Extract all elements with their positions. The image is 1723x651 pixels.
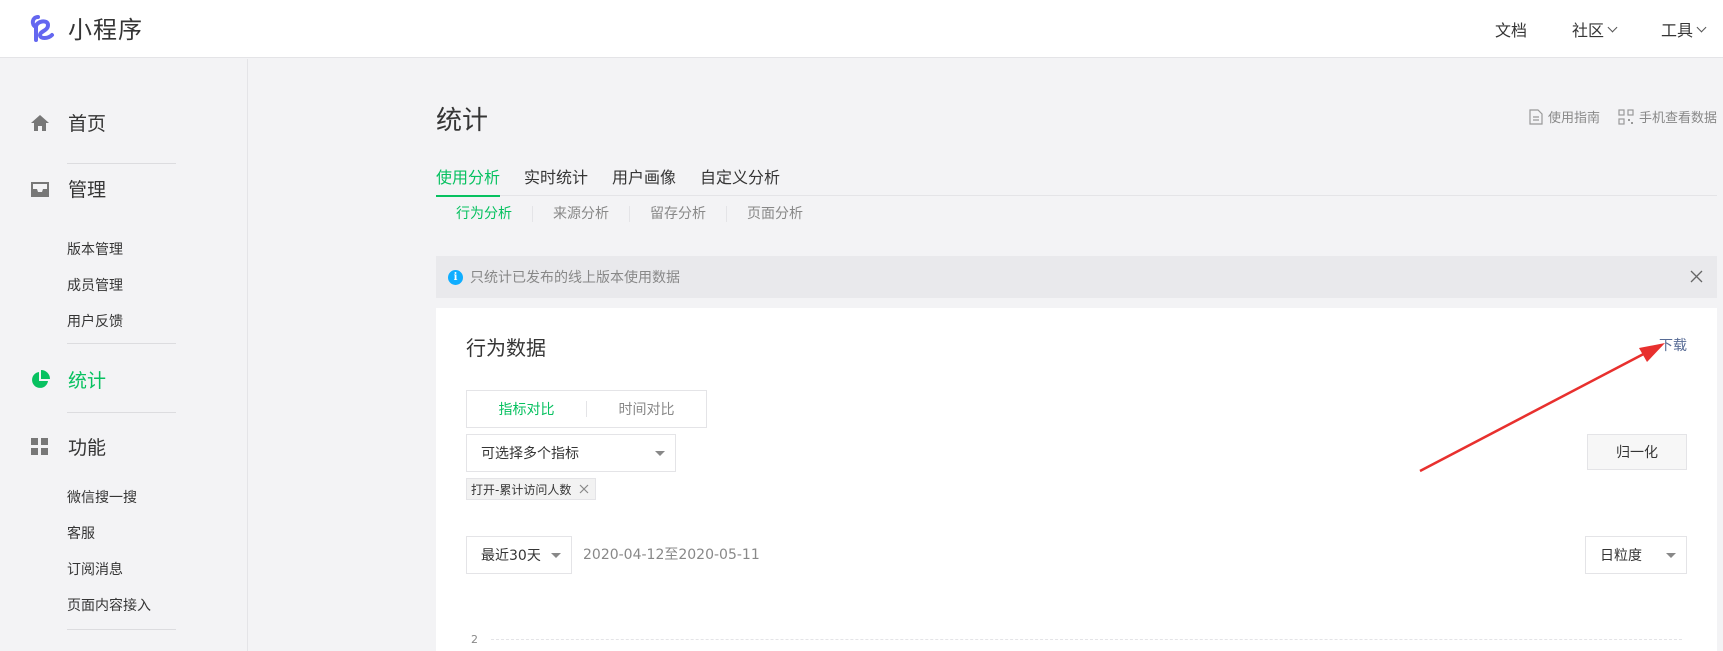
sidebar-item-members[interactable]: 成员管理 <box>67 275 123 295</box>
selected-metric-tag: 打开-累计访问人数 <box>466 478 597 500</box>
nav-community-label: 社区 <box>1571 21 1604 40</box>
usage-guide-link[interactable]: 使用指南 <box>1529 107 1600 126</box>
main-tabs: 使用分析 实时统计 用户画像 自定义分析 <box>436 164 1717 197</box>
info-icon: i <box>448 269 463 285</box>
chevron-down-icon <box>1696 22 1707 32</box>
inbox-icon <box>28 177 52 201</box>
sidebar-item-feedback[interactable]: 用户反馈 <box>67 311 123 331</box>
top-bar: 小程序 文档 社区 工具 <box>0 0 1723 58</box>
subtab-page[interactable]: 页面分析 <box>726 206 823 222</box>
sidebar-item-manage-label: 管理 <box>68 179 107 201</box>
sidebar-item-manage[interactable]: 管理 <box>28 175 106 202</box>
subtab-behavior[interactable]: 行为分析 <box>436 206 532 222</box>
compare-metrics-option[interactable]: 指标对比 <box>467 399 586 419</box>
page-links: 使用指南 手机查看数据 <box>1511 107 1717 126</box>
compare-time-option[interactable]: 时间对比 <box>587 399 706 419</box>
miniprogram-logo-icon <box>30 14 54 42</box>
selected-metric-label: 打开-累计访问人数 <box>471 482 572 497</box>
sub-tabs: 行为分析 来源分析 留存分析 页面分析 <box>436 206 823 222</box>
document-icon <box>1529 108 1543 125</box>
sidebar-item-home-label: 首页 <box>68 113 107 135</box>
sidebar-item-version[interactable]: 版本管理 <box>67 239 123 259</box>
granularity-select[interactable]: 日粒度 <box>1585 536 1687 574</box>
chart-grid-line <box>491 639 1682 640</box>
sidebar-item-wechat-search[interactable]: 微信搜一搜 <box>67 487 137 507</box>
tab-usage-analysis[interactable]: 使用分析 <box>436 164 501 197</box>
subtab-source[interactable]: 来源分析 <box>532 206 629 222</box>
sidebar-item-features-label: 功能 <box>68 437 107 459</box>
usage-guide-label: 使用指南 <box>1547 111 1600 126</box>
sidebar-item-page-content[interactable]: 页面内容接入 <box>67 595 151 615</box>
sidebar-item-stats-label: 统计 <box>68 370 107 392</box>
tab-custom-analysis[interactable]: 自定义分析 <box>700 164 780 196</box>
logo[interactable]: 小程序 <box>28 10 143 45</box>
caret-down-icon <box>1666 553 1676 558</box>
home-icon <box>28 111 52 135</box>
sidebar-divider <box>67 343 176 344</box>
chart-y-tick: 2 <box>471 633 478 646</box>
notice-text: 只统计已发布的线上版本使用数据 <box>470 270 680 286</box>
compare-toggle: 指标对比 时间对比 <box>466 390 707 428</box>
annotation-arrow <box>1419 343 1665 473</box>
chevron-down-icon <box>1607 22 1618 32</box>
nav-tools[interactable]: 工具 <box>1660 17 1707 41</box>
subtab-retention[interactable]: 留存分析 <box>629 206 726 222</box>
nav-docs-label: 文档 <box>1494 21 1527 40</box>
period-select[interactable]: 最近30天 <box>466 536 572 574</box>
sidebar-item-home[interactable]: 首页 <box>28 109 106 136</box>
close-icon[interactable] <box>1688 268 1705 285</box>
grid-icon <box>28 435 52 459</box>
qr-code-icon <box>1618 108 1634 125</box>
tab-realtime-stats[interactable]: 实时统计 <box>524 164 588 196</box>
tab-user-profile[interactable]: 用户画像 <box>612 164 676 196</box>
sidebar-item-subscribe-messages[interactable]: 订阅消息 <box>67 559 123 579</box>
page-title: 统计 <box>436 106 489 136</box>
sidebar-divider <box>67 412 176 413</box>
sidebar-divider <box>67 163 176 164</box>
period-select-value: 最近30天 <box>481 548 541 564</box>
sidebar-item-stats[interactable]: 统计 <box>28 366 106 393</box>
sidebar: 首页 管理 版本管理 成员管理 用户反馈 统计 功能 微信搜一搜 客服 订阅消息… <box>0 59 248 651</box>
app-title: 小程序 <box>68 16 143 44</box>
sidebar-divider <box>67 629 176 630</box>
nav-tools-label: 工具 <box>1660 21 1693 40</box>
mobile-data-link[interactable]: 手机查看数据 <box>1618 107 1717 126</box>
card-title: 行为数据 <box>466 336 546 360</box>
sidebar-item-features[interactable]: 功能 <box>28 433 106 460</box>
info-notice: i 只统计已发布的线上版本使用数据 <box>436 256 1717 298</box>
granularity-select-value: 日粒度 <box>1600 548 1642 564</box>
nav-docs[interactable]: 文档 <box>1495 17 1527 41</box>
metric-select[interactable]: 可选择多个指标 <box>466 434 676 472</box>
top-nav: 文档 社区 工具 <box>1495 0 1723 58</box>
mobile-data-label: 手机查看数据 <box>1638 111 1717 126</box>
metric-select-placeholder: 可选择多个指标 <box>481 446 579 462</box>
caret-down-icon <box>655 451 665 456</box>
date-range-text: 2020-04-12至2020-05-11 <box>583 547 760 563</box>
sidebar-item-customer-service[interactable]: 客服 <box>67 523 95 543</box>
pie-chart-icon <box>28 368 52 392</box>
remove-tag-icon[interactable] <box>577 482 591 496</box>
nav-community[interactable]: 社区 <box>1571 17 1618 41</box>
caret-down-icon <box>551 553 561 558</box>
